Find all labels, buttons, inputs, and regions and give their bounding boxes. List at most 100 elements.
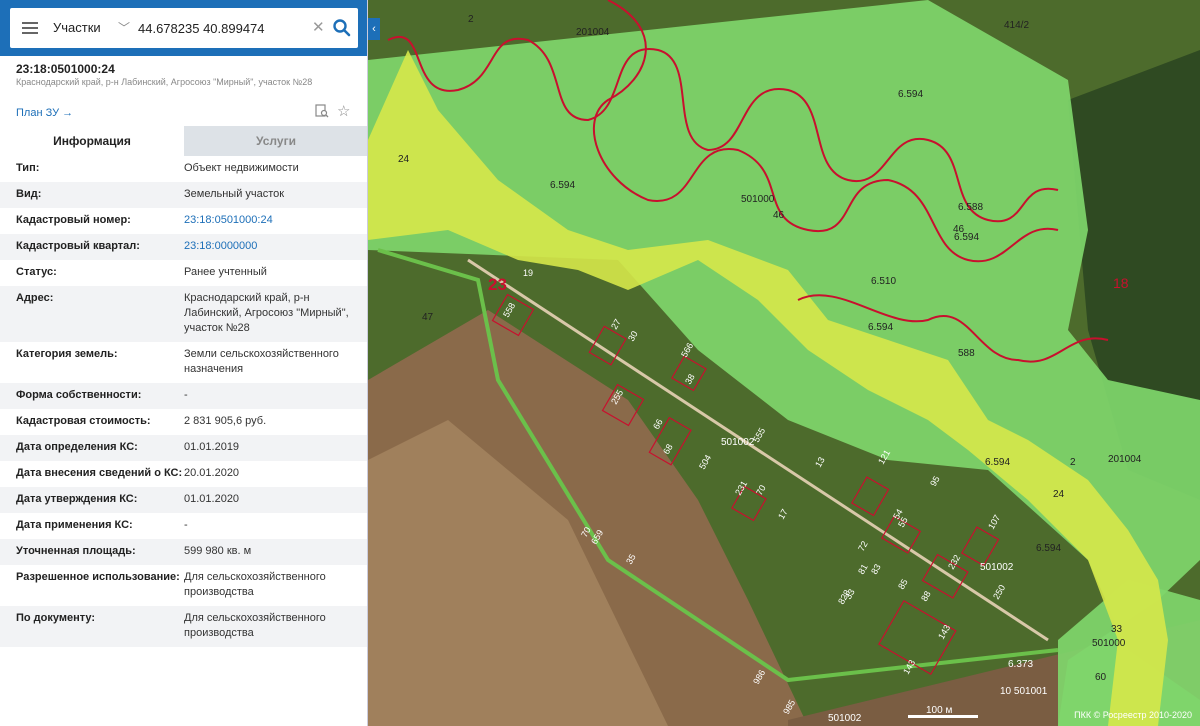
close-icon[interactable]: ✕ xyxy=(312,18,325,36)
info-row: Форма собственности: - xyxy=(0,383,367,409)
info-value: Ранее учтенный xyxy=(184,266,267,278)
map-label: 46 xyxy=(773,210,785,221)
map[interactable]: 2 201004 414/2 6.594 24 6.594 501000 46 … xyxy=(368,0,1200,726)
info-row: Дата определения КС: 01.01.2019 xyxy=(0,435,367,461)
search-input[interactable] xyxy=(138,16,308,40)
map-label: 414/2 xyxy=(1004,20,1029,31)
info-table: Тип: Объект недвижимости Вид: Земельный уча… xyxy=(0,156,367,647)
map-label: 501002 xyxy=(721,437,755,448)
info-row: Разрешенное использование: Для сельскохоз… xyxy=(0,565,367,606)
map-label: 6.594 xyxy=(868,322,893,333)
document-search-icon[interactable] xyxy=(315,104,329,118)
info-key: По документу: xyxy=(16,612,96,624)
info-key: Вид: xyxy=(16,188,42,200)
info-value: Краснодарский край, р-н Лабинский, Агрос… xyxy=(184,292,349,334)
info-value: Для сельскохозяйственного производства xyxy=(184,612,326,639)
info-key: Категория земель: xyxy=(16,348,118,360)
info-key: Тип: xyxy=(16,162,40,174)
map-label: 2 xyxy=(1070,457,1076,468)
map-label: 501000 xyxy=(1092,638,1126,649)
map-label: 6.594 xyxy=(1036,543,1061,554)
info-row: Тип: Объект недвижимости xyxy=(0,156,367,182)
info-value: 01.01.2020 xyxy=(184,493,240,505)
info-value: 599 980 кв. м xyxy=(184,545,252,557)
tab-services[interactable]: Услуги xyxy=(184,126,367,156)
map-label: 6.510 xyxy=(871,276,896,287)
info-value: - xyxy=(184,519,188,531)
info-key: Уточненная площадь: xyxy=(16,545,136,557)
info-row: По документу: Для сельскохозяйственного п… xyxy=(0,606,367,647)
info-key: Статус: xyxy=(16,266,57,278)
info-value: 2 831 905,6 руб. xyxy=(184,415,267,427)
info-value: Объект недвижимости xyxy=(184,162,299,174)
info-key: Кадастровый квартал: xyxy=(16,240,140,252)
info-row: Категория земель: Земли сельскохозяйствен… xyxy=(0,342,367,383)
map-label: 201004 xyxy=(1108,454,1142,465)
map-label: 6.588 xyxy=(958,202,983,213)
map-label: 588 xyxy=(958,348,975,359)
map-label: 501002 xyxy=(828,713,862,724)
info-value: Земли сельскохозяйственного назначения xyxy=(184,348,339,375)
info-value: - xyxy=(184,389,188,401)
info-row: Кадастровый номер: 23:18:0501000:24 xyxy=(0,208,367,234)
map-label: 6.373 xyxy=(1008,659,1033,670)
info-row: Адрес: Краснодарский край, р-н Лабинский,… xyxy=(0,286,367,342)
map-label: 19 xyxy=(523,268,533,278)
search-layer-select[interactable]: Участки xyxy=(53,20,101,35)
collapse-panel-button[interactable]: ‹ xyxy=(368,18,380,40)
map-label: 18 xyxy=(1113,275,1129,291)
copyright: ПКК © Росреестр 2010-2020 xyxy=(1074,710,1192,720)
info-key: Форма собственности: xyxy=(16,389,142,401)
map-label: 201004 xyxy=(576,27,610,38)
info-key: Кадастровый номер: xyxy=(16,214,131,226)
scale-label: 100 м xyxy=(926,705,953,716)
info-key: Дата определения КС: xyxy=(16,441,138,453)
info-row: Кадастровый квартал: 23:18:0000000 xyxy=(0,234,367,260)
chevron-down-icon[interactable]: ﹀ xyxy=(118,19,130,36)
map-label: 10 501001 xyxy=(1000,686,1048,697)
star-icon[interactable]: ☆ xyxy=(337,102,350,120)
info-value: 20.01.2020 xyxy=(184,467,240,479)
scale-bar: 100 м xyxy=(908,705,978,720)
info-row: Дата внесения сведений о КС: 20.01.2020 xyxy=(0,461,367,487)
info-row: Кадастровая стоимость: 2 831 905,6 руб. xyxy=(0,409,367,435)
cadastral-number-title: 23:18:0501000:24 xyxy=(16,62,115,76)
search-icon[interactable] xyxy=(332,18,352,38)
plan-link[interactable]: План ЗУ → xyxy=(16,107,73,119)
info-row: Уточненная площадь: 599 980 кв. м xyxy=(0,539,367,565)
info-value[interactable]: 23:18:0000000 xyxy=(184,239,367,254)
map-label: 60 xyxy=(1095,672,1107,683)
info-row: Вид: Земельный участок xyxy=(0,182,367,208)
info-value: 01.01.2019 xyxy=(184,441,240,453)
map-label: 501000 xyxy=(741,194,775,205)
info-key: Дата утверждения КС: xyxy=(16,493,138,505)
info-key: Кадастровая стоимость: xyxy=(16,415,151,427)
info-value[interactable]: 23:18:0501000:24 xyxy=(184,213,367,228)
map-canvas: 2 201004 414/2 6.594 24 6.594 501000 46 … xyxy=(368,0,1200,726)
info-key: Дата внесения сведений о КС: xyxy=(16,467,183,479)
menu-icon[interactable] xyxy=(22,20,38,36)
search-bar: Участки ﹀ ✕ xyxy=(0,0,367,56)
info-value: Для сельскохозяйственного производства xyxy=(184,571,326,598)
tabs: Информация Услуги xyxy=(0,126,367,156)
map-label: 6.594 xyxy=(985,457,1010,468)
map-label: 6.594 xyxy=(898,89,923,100)
info-row: Дата применения КС: - xyxy=(0,513,367,539)
map-label: 47 xyxy=(422,312,434,323)
info-row: Дата утверждения КС: 01.01.2020 xyxy=(0,487,367,513)
map-label: 33 xyxy=(1111,624,1123,635)
info-key: Дата применения КС: xyxy=(16,519,133,531)
map-label: 24 xyxy=(398,154,410,165)
map-label: 24 xyxy=(1053,489,1065,500)
map-label: 23 xyxy=(488,275,507,294)
info-panel: Участки ﹀ ✕ 23:18:0501000:24 Краснодарск… xyxy=(0,0,368,726)
map-label: 6.594 xyxy=(550,180,575,191)
info-key: Адрес: xyxy=(16,292,54,304)
map-label: 501002 xyxy=(980,562,1014,573)
info-row: Статус: Ранее учтенный xyxy=(0,260,367,286)
cadastral-address: Краснодарский край, р-н Лабинский, Агрос… xyxy=(16,77,313,87)
map-label: 2 xyxy=(468,14,474,25)
search-box: Участки ﹀ ✕ xyxy=(10,8,358,48)
map-label: 6.594 xyxy=(954,232,979,243)
tab-information[interactable]: Информация xyxy=(0,126,184,156)
